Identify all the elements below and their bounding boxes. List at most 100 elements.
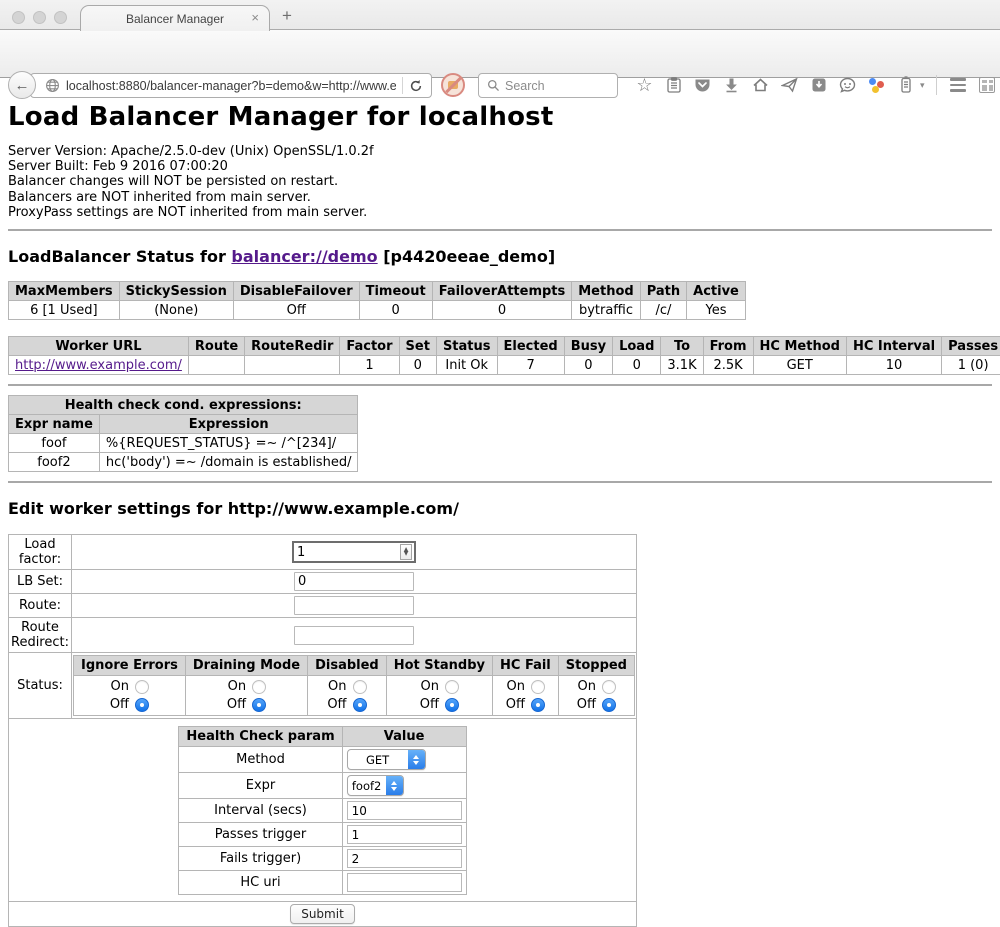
window-minimize-button[interactable]: [33, 11, 46, 24]
toolbar-buttons: ☆: [630, 71, 1000, 99]
route-redirect-input[interactable]: [294, 626, 414, 645]
save-box-icon[interactable]: [804, 77, 833, 93]
health-check-params-row: Health Check param Value Method GET: [9, 719, 637, 902]
urlbar-divider: [402, 77, 403, 94]
hot-standby-on-radio[interactable]: [445, 680, 459, 694]
hc-fail-off-radio[interactable]: [531, 698, 545, 712]
worker-row: http://www.example.com/ 1 0 Init Ok 7 0 …: [9, 356, 1000, 375]
tab-close-icon[interactable]: ×: [251, 10, 259, 25]
search-bar[interactable]: Search: [478, 73, 618, 98]
route-redirect-row: Route Redirect:: [9, 618, 637, 653]
hc-interval-row: Interval (secs): [179, 799, 466, 823]
hc-fails-input[interactable]: [347, 849, 462, 868]
status-radio-row: On Off On Off On: [74, 676, 635, 716]
hc-fails-label: Fails trigger): [179, 847, 342, 871]
stopped-on-radio[interactable]: [602, 680, 616, 694]
menu-icon[interactable]: [943, 78, 972, 92]
hc-expr-select[interactable]: foof2: [347, 775, 404, 796]
divider: [8, 384, 992, 386]
reload-button[interactable]: [409, 79, 423, 93]
hc-passes-label: Passes trigger: [179, 823, 342, 847]
balancer-demo-link[interactable]: balancer://demo: [231, 247, 377, 266]
route-input[interactable]: [294, 596, 414, 615]
navigation-toolbar: ← localhost:8880/balancer-manager?b=demo…: [0, 30, 1000, 78]
window-close-button[interactable]: [12, 11, 25, 24]
lb-set-label: LB Set:: [9, 570, 72, 594]
hc-method-select[interactable]: GET: [347, 749, 426, 770]
table-header-row: Worker URL Route RouteRedir Factor Set S…: [9, 337, 1000, 356]
grid-bookmark-icon[interactable]: [972, 77, 1000, 93]
hc-fails-row: Fails trigger): [179, 847, 466, 871]
search-placeholder: Search: [505, 79, 545, 93]
hc-fail-on-radio[interactable]: [531, 680, 545, 694]
battery-dropdown-caret-icon[interactable]: ▾: [920, 80, 930, 91]
balancer-params-table: MaxMembers StickySession DisableFailover…: [8, 281, 746, 320]
number-stepper-icon[interactable]: ▲▼: [400, 544, 412, 560]
downloads-icon[interactable]: [717, 77, 746, 93]
table-row: 6 [1 Used] (None) Off 0 0 bytraffic /c/ …: [9, 301, 746, 320]
pocket-icon[interactable]: [688, 77, 717, 93]
route-row: Route:: [9, 594, 637, 618]
hc-expr-label: Expr: [179, 773, 342, 799]
hot-standby-toggle: On Off: [386, 676, 492, 716]
workers-table: Worker URL Route RouteRedir Factor Set S…: [8, 336, 1000, 375]
ignore-errors-off-radio[interactable]: [135, 698, 149, 712]
content-blocker-icon[interactable]: [441, 73, 465, 97]
tab-bar: Balancer Manager × +: [0, 0, 1000, 30]
hc-uri-input[interactable]: [347, 873, 462, 892]
disabled-on-radio[interactable]: [353, 680, 367, 694]
hc-passes-row: Passes trigger: [179, 823, 466, 847]
status-label: Status:: [9, 653, 72, 719]
disabled-toggle: On Off: [308, 676, 387, 716]
table-header-row: Health Check param Value: [179, 727, 466, 747]
hc-passes-input[interactable]: [347, 825, 462, 844]
back-button[interactable]: ←: [8, 71, 36, 99]
route-label: Route:: [9, 594, 72, 618]
new-tab-button[interactable]: +: [282, 6, 292, 26]
draining-mode-on-radio[interactable]: [252, 680, 266, 694]
url-text[interactable]: localhost:8880/balancer-manager?b=demo&w…: [66, 79, 396, 93]
edit-worker-heading: Edit worker settings for http://www.exam…: [8, 499, 992, 518]
divider: [8, 229, 992, 231]
load-factor-input[interactable]: ▲▼: [292, 541, 416, 563]
inherit-note: Balancers are NOT inherited from main se…: [8, 190, 992, 205]
table-header-row: Ignore Errors Draining Mode Disabled Hot…: [74, 656, 635, 676]
worker-url-link[interactable]: http://www.example.com/: [15, 358, 182, 373]
url-bar[interactable]: localhost:8880/balancer-manager?b=demo&w…: [30, 73, 432, 98]
balancer-status-heading: LoadBalancer Status for balancer://demo …: [8, 247, 992, 266]
load-factor-label: Load factor:: [9, 535, 72, 570]
draining-mode-off-radio[interactable]: [252, 698, 266, 712]
tab-balancer-manager[interactable]: Balancer Manager ×: [80, 5, 270, 31]
chat-smiley-icon[interactable]: [833, 77, 862, 93]
window-zoom-button[interactable]: [54, 11, 67, 24]
load-factor-row: Load factor: ▲▼: [9, 535, 637, 570]
bookmark-star-icon[interactable]: ☆: [630, 76, 659, 94]
color-dots-icon[interactable]: [862, 76, 891, 94]
hc-interval-label: Interval (secs): [179, 799, 342, 823]
globe-icon: [45, 78, 60, 93]
reading-list-icon[interactable]: [659, 77, 688, 94]
hc-method-label: Method: [179, 747, 342, 773]
edit-worker-form: Load factor: ▲▼ LB Set: Route: Route Red…: [8, 534, 637, 927]
table-header-row: MaxMembers StickySession DisableFailover…: [9, 282, 746, 301]
submit-button[interactable]: Submit: [290, 904, 355, 924]
send-icon[interactable]: [775, 77, 804, 93]
browser-chrome: Balancer Manager × + ← localhost:8880/ba…: [0, 0, 1000, 78]
submit-row: Submit: [9, 902, 637, 927]
hc-interval-input[interactable]: [347, 801, 462, 820]
server-info: Server Version: Apache/2.5.0-dev (Unix) …: [8, 144, 992, 220]
proxypass-note: ProxyPass settings are NOT inherited fro…: [8, 205, 992, 220]
home-icon[interactable]: [746, 77, 775, 93]
battery-icon[interactable]: [891, 76, 920, 94]
lb-set-input[interactable]: [294, 572, 414, 591]
expression-row: foof2 hc('body') =~ /domain is establish…: [9, 453, 358, 472]
disabled-off-radio[interactable]: [353, 698, 367, 712]
hot-standby-off-radio[interactable]: [445, 698, 459, 712]
stopped-toggle: On Off: [558, 676, 634, 716]
ignore-errors-on-radio[interactable]: [135, 680, 149, 694]
table-title-row: Health check cond. expressions:: [9, 396, 358, 415]
expression-row: foof %{REQUEST_STATUS} =~ /^[234]/: [9, 434, 358, 453]
hc-expr-row: Expr foof2: [179, 773, 466, 799]
balancer-manager-page: Load Balancer Manager for localhost Serv…: [0, 78, 1000, 927]
stopped-off-radio[interactable]: [602, 698, 616, 712]
